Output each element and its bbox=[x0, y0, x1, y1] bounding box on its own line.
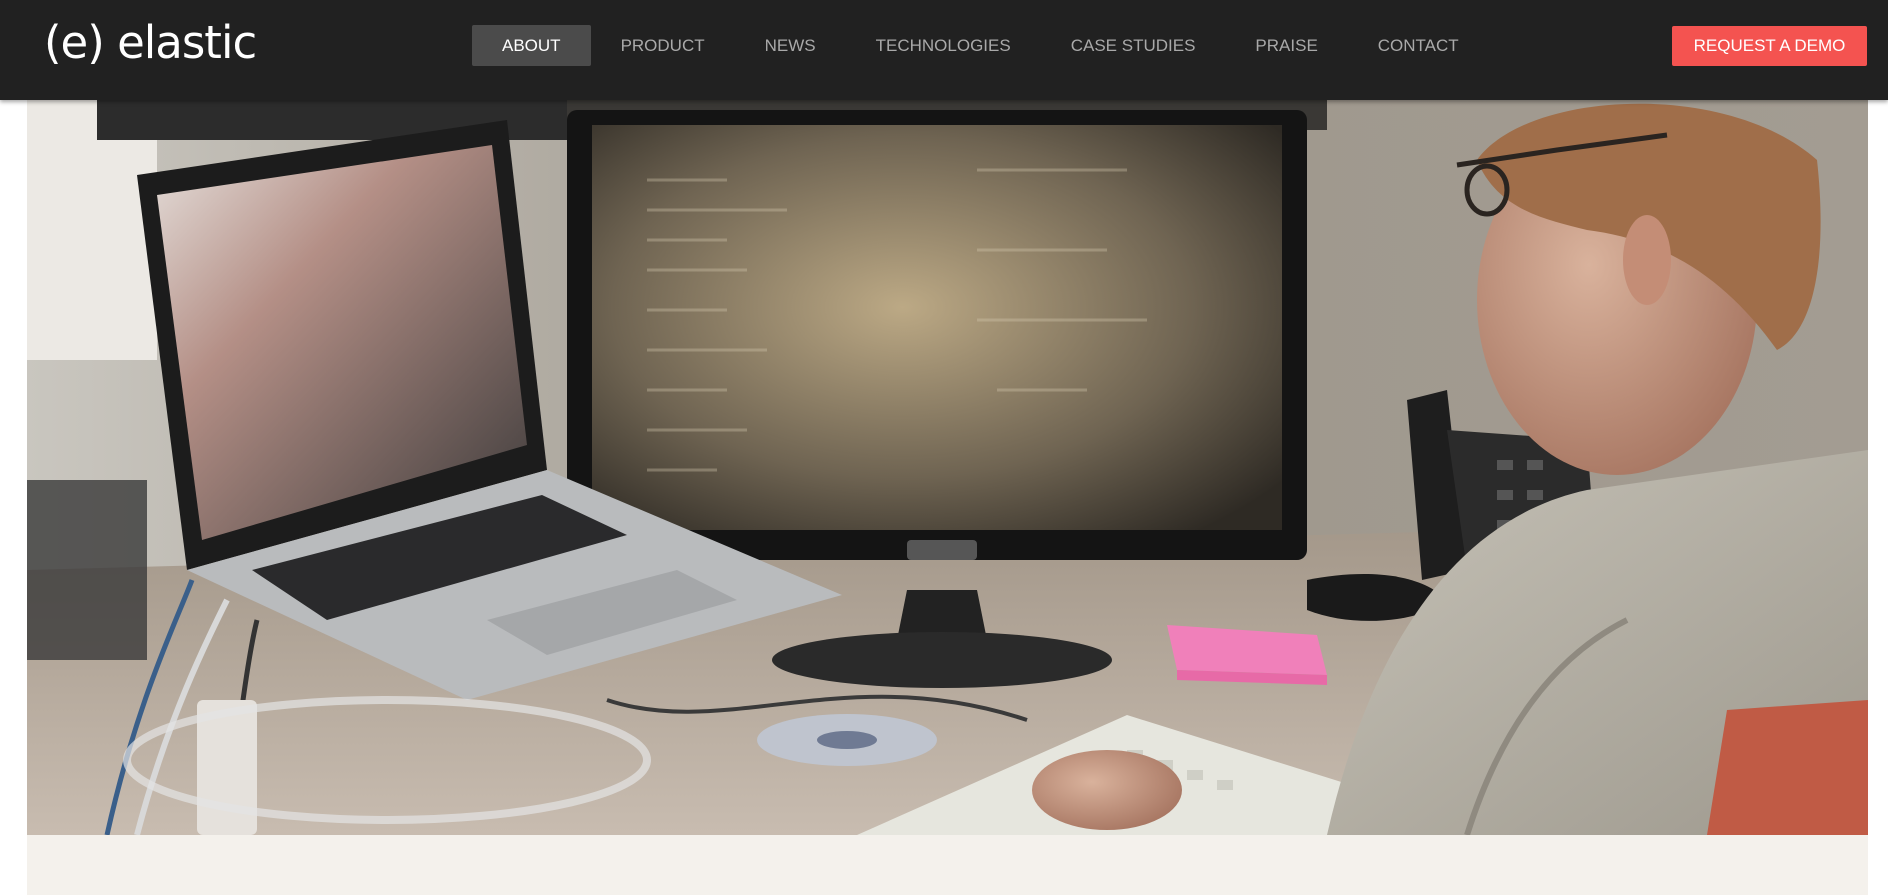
request-demo-button[interactable]: REQUEST A DEMO bbox=[1672, 26, 1867, 66]
main-nav: ABOUT PRODUCT NEWS TECHNOLOGIES CASE STU… bbox=[472, 25, 1489, 66]
elastic-logo[interactable]: (e) elastic bbox=[44, 16, 257, 69]
nav-item-product[interactable]: PRODUCT bbox=[591, 25, 735, 66]
top-navigation-bar: (e) elastic ABOUT PRODUCT NEWS TECHNOLOG… bbox=[0, 0, 1888, 100]
nav-item-technologies[interactable]: TECHNOLOGIES bbox=[846, 25, 1041, 66]
nav-item-case-studies[interactable]: CASE STUDIES bbox=[1041, 25, 1226, 66]
logo-text: (e) elastic bbox=[44, 16, 257, 69]
content-section bbox=[27, 835, 1868, 895]
nav-item-news[interactable]: NEWS bbox=[735, 25, 846, 66]
nav-item-contact[interactable]: CONTACT bbox=[1348, 25, 1489, 66]
nav-item-praise[interactable]: PRAISE bbox=[1225, 25, 1347, 66]
office-photo-image bbox=[27, 100, 1868, 835]
hero-image bbox=[27, 100, 1868, 835]
nav-item-about[interactable]: ABOUT bbox=[472, 25, 591, 66]
